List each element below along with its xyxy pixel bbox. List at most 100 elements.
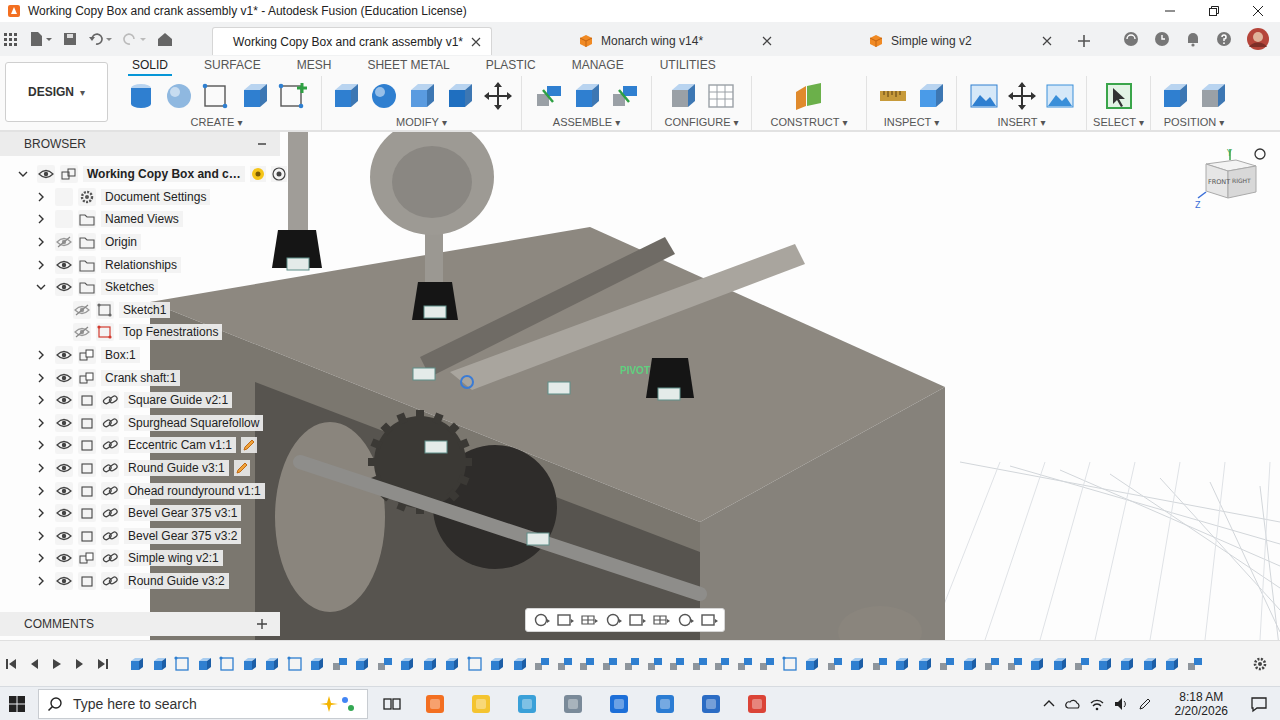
comments-bar[interactable]: COMMENTS (0, 612, 280, 636)
eye-icon[interactable] (38, 168, 54, 180)
box-tool-icon[interactable] (667, 80, 699, 112)
eye-icon[interactable] (56, 394, 72, 406)
browser-node[interactable]: Round Guide v3:1 (0, 457, 280, 480)
node-label[interactable]: Crank shaft:1 (101, 370, 180, 386)
browser-node[interactable]: Document Settings (0, 186, 280, 209)
windows-start-icon[interactable] (8, 695, 26, 713)
sketch-feature-icon[interactable] (781, 655, 799, 673)
close-tab-icon[interactable] (762, 36, 772, 46)
notification-bell-icon[interactable] (1184, 30, 1202, 48)
user-avatar-icon[interactable] (1246, 27, 1270, 51)
box-tool-icon[interactable] (1159, 80, 1191, 112)
sketchplus-tool-icon[interactable] (277, 80, 309, 112)
viewport[interactable]: PIVOT YZFRONTRIGHT BROWSER Working Copy … (0, 132, 1280, 640)
body-feature-icon[interactable] (1096, 655, 1114, 673)
visibility-toggle[interactable] (55, 369, 73, 387)
visibility-toggle[interactable] (55, 527, 73, 545)
joint-feature-icon[interactable] (736, 655, 754, 673)
chevron-right-icon[interactable] (35, 372, 47, 384)
taskbar-app[interactable] (412, 688, 458, 720)
visibility-toggle[interactable] (73, 323, 91, 341)
expander[interactable] (32, 233, 50, 251)
action-center-icon[interactable] (1250, 695, 1268, 713)
ball-tool-icon[interactable] (368, 80, 400, 112)
joint-feature-icon[interactable] (983, 655, 1001, 673)
sync-icon[interactable] (1122, 30, 1140, 48)
document-tab[interactable]: Monarch wing v14* (567, 27, 782, 55)
joint-glyph[interactable] (527, 533, 549, 545)
body-feature-icon[interactable] (151, 655, 169, 673)
group-menu-button[interactable]: POSITION▾ (1164, 116, 1225, 128)
radio-target-icon[interactable] (271, 166, 287, 182)
ribbon-tab[interactable]: SHEET METAL (363, 58, 453, 76)
node-label[interactable]: Sketches (101, 279, 158, 295)
expander[interactable] (32, 188, 50, 206)
node-label[interactable]: Working Copy Box and c… (83, 166, 245, 182)
ribbon-tab[interactable]: SURFACE (200, 58, 265, 76)
visibility-toggle[interactable] (73, 301, 91, 319)
ribbon-tab[interactable]: UTILITIES (656, 58, 720, 76)
tube-tool-icon[interactable] (125, 80, 157, 112)
body-feature-icon[interactable] (241, 655, 259, 673)
body-feature-icon[interactable] (893, 655, 911, 673)
viewcube[interactable]: YZFRONTRIGHT (1194, 146, 1266, 210)
browser-node[interactable]: Bevel Gear 375 v3:2 (0, 525, 280, 548)
views-icon[interactable] (698, 612, 720, 628)
joint-feature-icon[interactable] (646, 655, 664, 673)
redo-icon[interactable] (122, 31, 146, 47)
image-tool-icon[interactable] (968, 80, 1000, 112)
joint-glyph[interactable] (425, 441, 447, 453)
group-menu-button[interactable]: CONFIGURE▾ (664, 116, 738, 128)
joint-feature-icon[interactable] (826, 655, 844, 673)
close-tab-icon[interactable] (1042, 36, 1052, 46)
body-feature-icon[interactable] (916, 655, 934, 673)
node-label[interactable]: Box:1 (101, 347, 140, 363)
expander[interactable] (32, 278, 50, 296)
browser-node[interactable]: Square Guide v2:1 (0, 389, 280, 412)
expander[interactable] (32, 391, 50, 409)
visibility-toggle[interactable] (55, 278, 73, 296)
expander[interactable] (32, 527, 50, 545)
sketch-feature-icon[interactable] (466, 655, 484, 673)
joint-feature-icon[interactable] (623, 655, 641, 673)
taskbar-app[interactable] (734, 688, 780, 720)
node-label[interactable]: Spurghead Squarefollow (124, 415, 263, 431)
box-tool-icon[interactable] (915, 80, 947, 112)
chevron-right-icon[interactable] (35, 213, 47, 225)
eye-icon[interactable] (56, 349, 72, 361)
eye-icon[interactable] (56, 507, 72, 519)
tray-up-icon[interactable] (1041, 696, 1057, 712)
eye-icon[interactable] (56, 530, 72, 542)
eye-hidden-icon[interactable] (74, 304, 90, 316)
chevron-right-icon[interactable] (35, 259, 47, 271)
move-tool-icon[interactable] (1006, 80, 1038, 112)
ball-tool-icon[interactable] (163, 80, 195, 112)
node-label[interactable]: Ohead roundyround v1:1 (124, 483, 265, 499)
joint-feature-icon[interactable] (691, 655, 709, 673)
node-label[interactable]: Simple wing v2:1 (124, 550, 223, 566)
display-icon[interactable] (650, 612, 672, 628)
node-label[interactable]: Relationships (101, 257, 181, 273)
close-tab-icon[interactable] (471, 37, 481, 47)
box-tool-icon[interactable] (444, 80, 476, 112)
joint-feature-icon[interactable] (556, 655, 574, 673)
play-icon[interactable] (50, 657, 64, 671)
body-feature-icon[interactable] (421, 655, 439, 673)
joint-glyph[interactable] (548, 382, 570, 394)
visibility-toggle[interactable] (55, 256, 73, 274)
select-tool-icon[interactable] (1103, 80, 1135, 112)
node-label[interactable]: Eccentric Cam v1:1 (124, 437, 236, 453)
tray-wifi-icon[interactable] (1089, 696, 1105, 712)
chevron-right-icon[interactable] (35, 236, 47, 248)
joint-feature-icon[interactable] (601, 655, 619, 673)
body-feature-icon[interactable] (803, 655, 821, 673)
browser-node[interactable]: Crank shaft:1 (0, 366, 280, 389)
sketch-feature-icon[interactable] (286, 655, 304, 673)
hand-icon[interactable] (578, 612, 600, 628)
activate-component-icon[interactable] (250, 166, 266, 182)
visibility-toggle[interactable] (55, 414, 73, 432)
node-label[interactable]: Document Settings (101, 189, 210, 205)
visibility-toggle[interactable] (55, 549, 73, 567)
joint-feature-icon[interactable] (533, 655, 551, 673)
body-feature-icon[interactable] (1163, 655, 1181, 673)
